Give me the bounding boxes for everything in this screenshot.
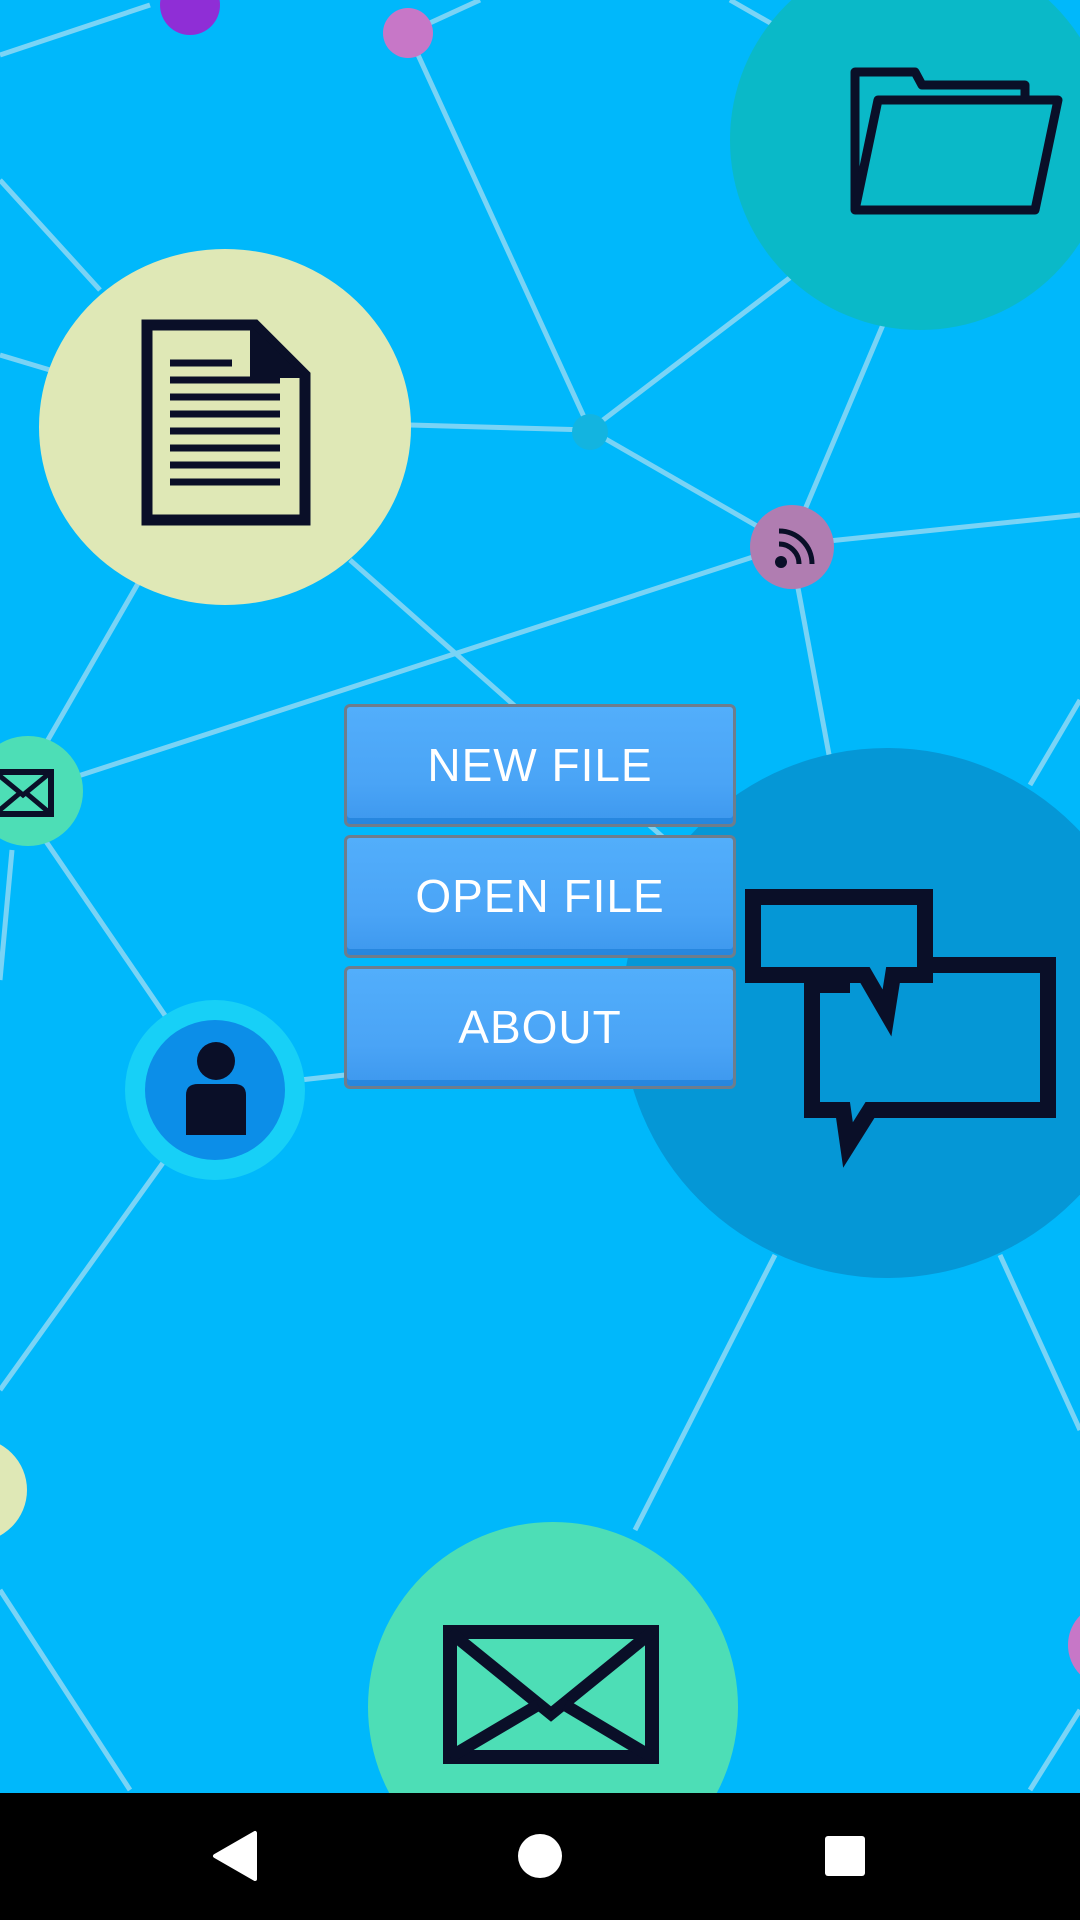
back-button[interactable]	[165, 1793, 305, 1920]
main-menu: NEW FILE OPEN FILE ABOUT	[344, 704, 736, 1097]
partial-node-right	[1068, 1615, 1080, 1675]
mail-icon	[0, 736, 83, 846]
person-icon	[125, 1000, 305, 1180]
recents-button[interactable]	[775, 1793, 915, 1920]
open-file-button[interactable]: OPEN FILE	[344, 835, 736, 958]
rss-icon	[750, 505, 834, 589]
back-icon	[213, 1831, 257, 1881]
home-button[interactable]	[470, 1793, 610, 1920]
partial-node-left	[0, 1444, 27, 1536]
about-button[interactable]: ABOUT	[344, 966, 736, 1089]
screen: NEW FILE OPEN FILE ABOUT	[0, 0, 1080, 1920]
home-icon	[518, 1834, 562, 1878]
recents-icon	[825, 1836, 865, 1876]
navigation-bar	[0, 1793, 1080, 1920]
document-icon	[39, 249, 411, 605]
new-file-button[interactable]: NEW FILE	[344, 704, 736, 827]
app-area: NEW FILE OPEN FILE ABOUT	[0, 0, 1080, 1793]
envelope-icon	[368, 1522, 738, 1793]
purple-node	[160, 0, 220, 35]
pink-node	[383, 8, 433, 58]
small-node	[572, 414, 608, 450]
